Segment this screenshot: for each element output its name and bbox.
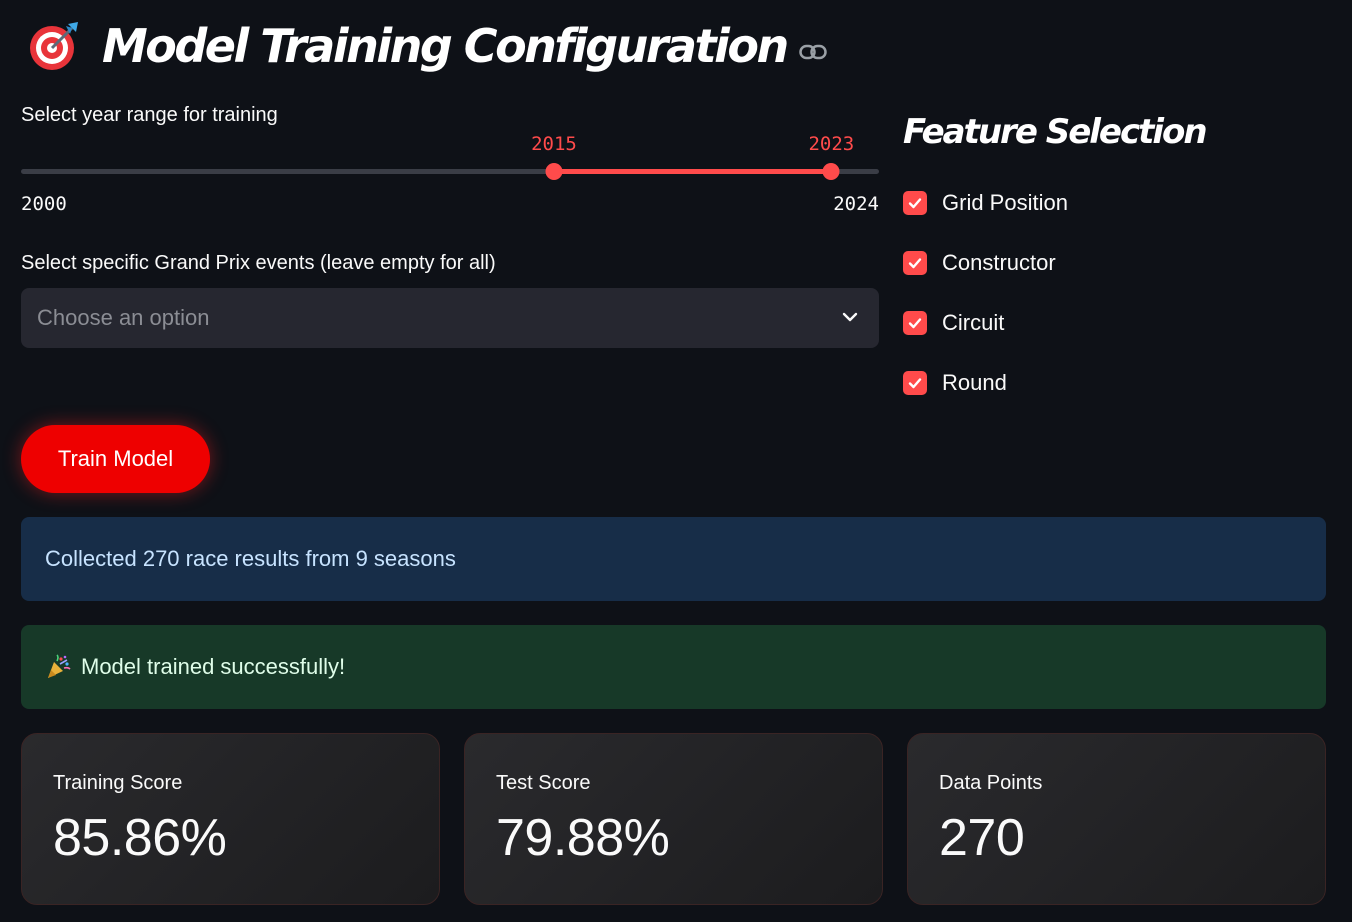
metric-card-training-score: Training Score 85.86% bbox=[21, 733, 440, 905]
party-popper-icon bbox=[48, 654, 71, 678]
page: Model Training Configuration Select year… bbox=[0, 0, 1352, 922]
page-header: Model Training Configuration bbox=[28, 14, 827, 78]
checkbox-checked-icon[interactable] bbox=[903, 251, 927, 275]
year-range-label: Select year range for training bbox=[21, 104, 278, 126]
checkbox-label: Grid Position bbox=[942, 190, 1068, 215]
success-alert: Model trained successfully! bbox=[21, 625, 1326, 709]
checkbox-label: Round bbox=[942, 370, 1007, 395]
checkbox-label: Constructor bbox=[942, 250, 1056, 275]
metric-value: 79.88% bbox=[496, 809, 670, 867]
metric-card-data-points: Data Points 270 bbox=[907, 733, 1326, 905]
slider-low-value: 2015 bbox=[531, 133, 577, 155]
info-alert: Collected 270 race results from 9 season… bbox=[21, 517, 1326, 601]
slider-high-handle[interactable] bbox=[822, 163, 840, 180]
checkbox-circuit[interactable]: Circuit bbox=[903, 308, 1004, 338]
feature-selection-title: Feature Selection bbox=[903, 112, 1208, 152]
link-icon[interactable] bbox=[798, 43, 827, 61]
chevron-down-icon[interactable] bbox=[841, 310, 859, 324]
checkbox-checked-icon[interactable] bbox=[903, 371, 927, 395]
slider-high-value: 2023 bbox=[808, 133, 855, 155]
events-select-placeholder: Choose an option bbox=[37, 305, 210, 330]
checkbox-checked-icon[interactable] bbox=[903, 311, 927, 335]
checkbox-round[interactable]: Round bbox=[903, 368, 1007, 398]
metric-label: Test Score bbox=[496, 772, 591, 794]
checkbox-constructor[interactable]: Constructor bbox=[903, 248, 1056, 278]
events-multiselect[interactable]: Choose an option bbox=[21, 288, 879, 348]
target-dart-icon bbox=[30, 22, 78, 70]
checkbox-grid-position[interactable]: Grid Position bbox=[903, 188, 1068, 218]
success-alert-text: Model trained successfully! bbox=[81, 654, 346, 679]
train-model-button[interactable]: Train Model bbox=[21, 425, 210, 493]
metric-card-test-score: Test Score 79.88% bbox=[464, 733, 883, 905]
slider-low-handle[interactable] bbox=[545, 163, 563, 180]
page-title: Model Training Configuration bbox=[102, 19, 789, 73]
slider-min-label: 2000 bbox=[21, 193, 67, 215]
metric-label: Data Points bbox=[939, 772, 1043, 794]
slider-max-label: 2024 bbox=[833, 193, 879, 215]
metric-label: Training Score bbox=[53, 772, 183, 794]
slider-selected-range bbox=[554, 169, 832, 174]
checkbox-checked-icon[interactable] bbox=[903, 191, 927, 215]
metric-value: 270 bbox=[939, 809, 1025, 867]
events-select-label: Select specific Grand Prix events (leave… bbox=[21, 252, 496, 274]
metric-value: 85.86% bbox=[53, 809, 227, 867]
checkbox-label: Circuit bbox=[942, 310, 1005, 335]
info-alert-text: Collected 270 race results from 9 season… bbox=[45, 546, 456, 571]
